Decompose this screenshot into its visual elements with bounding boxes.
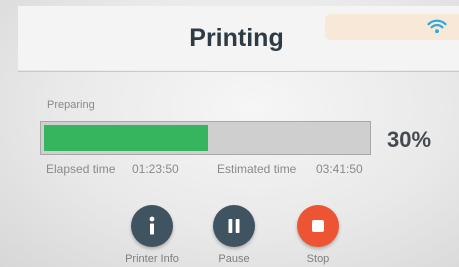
stop-button-label: Stop xyxy=(306,253,330,265)
print-status-label: Preparing xyxy=(47,99,95,111)
printer-screen: Printing Preparing 30% Elapsed time 01:2… xyxy=(0,0,459,267)
info-icon xyxy=(149,216,155,235)
progress-bar xyxy=(40,121,371,155)
pause-icon xyxy=(228,219,240,233)
printer-info-button-label: Printer Info xyxy=(125,253,179,265)
estimated-time-label: Estimated time xyxy=(217,162,297,176)
header-divider xyxy=(18,71,459,72)
elapsed-time-label: Elapsed time xyxy=(46,162,116,176)
pause-button[interactable] xyxy=(213,205,255,247)
printer-info-button[interactable] xyxy=(131,205,173,247)
elapsed-time-value: 01:23:50 xyxy=(132,162,179,176)
stop-icon xyxy=(312,220,324,232)
stop-button[interactable] xyxy=(297,205,339,247)
page-title: Printing xyxy=(189,24,284,52)
pause-button-label: Pause xyxy=(218,253,250,265)
progress-bar-fill xyxy=(44,125,208,151)
estimated-time-value: 03:41:50 xyxy=(316,162,363,176)
progress-percent: 30% xyxy=(387,127,432,152)
